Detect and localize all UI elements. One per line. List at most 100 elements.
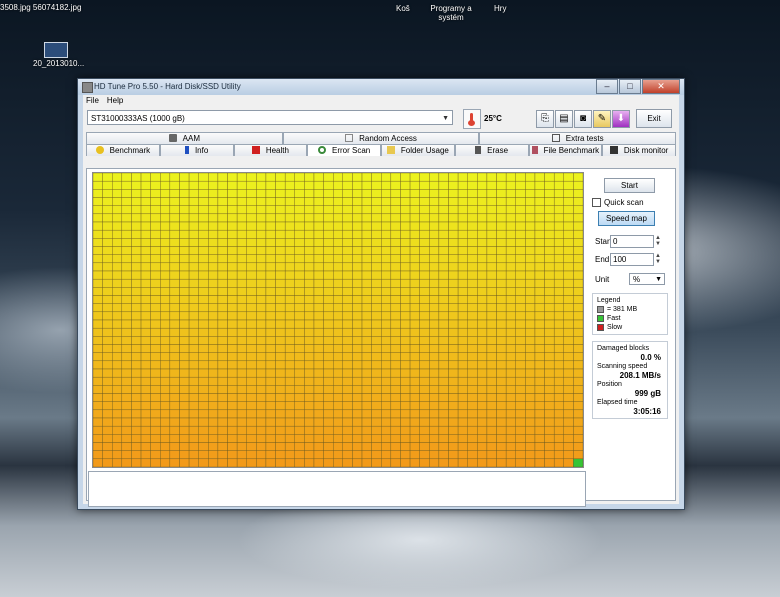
scan-block bbox=[419, 262, 430, 272]
scan-block bbox=[294, 205, 305, 215]
scan-block bbox=[467, 442, 478, 451]
options-icon[interactable]: ✎ bbox=[593, 110, 611, 128]
start-spinner[interactable]: ▲ ▼ bbox=[655, 235, 661, 247]
desktop-icon-label[interactable]: 20_2013010... bbox=[33, 59, 84, 68]
scan-block bbox=[553, 327, 564, 337]
tab-info[interactable]: Info bbox=[159, 144, 234, 156]
scan-block bbox=[236, 270, 247, 280]
end-spinner[interactable]: ▲ ▼ bbox=[655, 253, 661, 265]
scan-block bbox=[217, 278, 228, 288]
drive-select[interactable]: ST31000333AS (1000 gB) ▼ bbox=[87, 110, 453, 125]
scan-block bbox=[92, 205, 103, 215]
title-bar[interactable]: HD Tune Pro 5.50 - Hard Disk/SSD Utility… bbox=[78, 79, 684, 95]
tab-erase[interactable]: Erase bbox=[454, 144, 529, 156]
tab-folder-usage[interactable]: Folder Usage bbox=[381, 144, 455, 156]
scan-block bbox=[217, 450, 228, 460]
desktop-icon-programs[interactable]: Programy a systém bbox=[430, 4, 472, 22]
scan-block bbox=[169, 197, 180, 206]
scan-block bbox=[121, 458, 132, 468]
scan-block bbox=[371, 180, 382, 190]
scan-block bbox=[112, 360, 123, 370]
scan-block bbox=[525, 221, 536, 231]
scan-block bbox=[256, 409, 267, 419]
menu-file[interactable]: File bbox=[86, 95, 99, 106]
start-button[interactable]: Start bbox=[604, 178, 655, 193]
scan-block bbox=[409, 393, 420, 402]
quick-scan-checkbox[interactable]: Quick scan bbox=[592, 198, 668, 207]
scan-block bbox=[92, 311, 103, 321]
minimize-button[interactable]: – bbox=[596, 79, 618, 94]
scan-block bbox=[525, 287, 536, 296]
scan-block bbox=[438, 262, 449, 272]
scan-block bbox=[467, 450, 478, 460]
folder-icon bbox=[386, 146, 395, 154]
log-area[interactable] bbox=[88, 471, 586, 507]
scan-block bbox=[256, 360, 267, 370]
scan-block bbox=[534, 213, 545, 223]
scan-block bbox=[448, 417, 459, 427]
scan-block bbox=[121, 238, 132, 247]
desktop-icon-games[interactable]: Hry bbox=[494, 4, 506, 13]
scan-block bbox=[304, 376, 315, 386]
image-file-icon[interactable] bbox=[44, 42, 68, 58]
scan-block bbox=[573, 360, 584, 370]
scan-block bbox=[198, 213, 209, 223]
scan-block bbox=[448, 254, 459, 264]
maximize-button[interactable]: □ bbox=[619, 79, 641, 94]
scan-block bbox=[160, 246, 171, 255]
tab-extra-tests[interactable]: Extra tests bbox=[479, 132, 677, 144]
copy-icon[interactable]: ⎘ bbox=[536, 110, 554, 128]
scan-block bbox=[573, 409, 584, 419]
scan-block bbox=[534, 327, 545, 337]
scan-block bbox=[467, 385, 478, 394]
scan-block bbox=[544, 401, 555, 411]
scan-block bbox=[246, 319, 257, 329]
scan-block bbox=[371, 425, 382, 435]
tab-random-access[interactable]: Random Access bbox=[282, 132, 480, 144]
scan-block bbox=[150, 327, 161, 337]
scan-block bbox=[275, 205, 286, 215]
scan-block bbox=[419, 287, 430, 296]
scan-block bbox=[505, 360, 516, 370]
scan-block bbox=[160, 262, 171, 272]
scan-block bbox=[342, 352, 353, 362]
menu-help[interactable]: Help bbox=[107, 95, 123, 106]
start-input[interactable]: 0 bbox=[610, 235, 654, 248]
scan-block bbox=[275, 327, 286, 337]
desktop-icon-recycle-bin[interactable]: Koš bbox=[396, 4, 410, 13]
desktop-file-labels[interactable]: 3508.jpg 56074182.jpg bbox=[0, 3, 81, 12]
tab-file-benchmark[interactable]: File Benchmark bbox=[528, 144, 603, 156]
end-input[interactable]: 100 bbox=[610, 253, 654, 266]
scan-block bbox=[150, 197, 161, 206]
download-icon[interactable]: ⬇ bbox=[612, 110, 630, 128]
scan-block bbox=[275, 180, 286, 190]
camera-icon[interactable]: ◙ bbox=[574, 110, 592, 128]
tab-disk-monitor[interactable]: Disk monitor bbox=[602, 144, 676, 156]
unit-select[interactable]: % ▼ bbox=[629, 273, 665, 285]
position-value: 999 gB bbox=[634, 389, 661, 398]
speed-map-button[interactable]: Speed map bbox=[598, 211, 655, 226]
scan-block bbox=[121, 205, 132, 215]
scan-block bbox=[121, 221, 132, 231]
scan-block bbox=[275, 458, 286, 468]
exit-button[interactable]: Exit bbox=[636, 109, 672, 128]
tab-health[interactable]: Health bbox=[233, 144, 308, 156]
scan-block bbox=[265, 344, 276, 353]
scan-block bbox=[323, 246, 334, 255]
scan-block bbox=[438, 368, 449, 378]
scan-block bbox=[352, 401, 363, 411]
tab-benchmark[interactable]: Benchmark bbox=[86, 144, 160, 156]
scan-block bbox=[236, 287, 247, 296]
scan-block bbox=[457, 172, 468, 182]
tab-aam[interactable]: AAM bbox=[86, 132, 283, 144]
tab-error-scan[interactable]: Error Scan bbox=[307, 144, 381, 156]
scan-block bbox=[544, 229, 555, 239]
scan-block bbox=[275, 376, 286, 386]
save-icon[interactable]: ▤ bbox=[555, 110, 573, 128]
scan-block bbox=[160, 393, 171, 402]
scan-block bbox=[208, 246, 219, 255]
scan-block bbox=[131, 262, 142, 272]
close-button[interactable]: ✕ bbox=[642, 79, 680, 94]
scan-block bbox=[102, 368, 113, 378]
scan-block bbox=[477, 425, 488, 435]
